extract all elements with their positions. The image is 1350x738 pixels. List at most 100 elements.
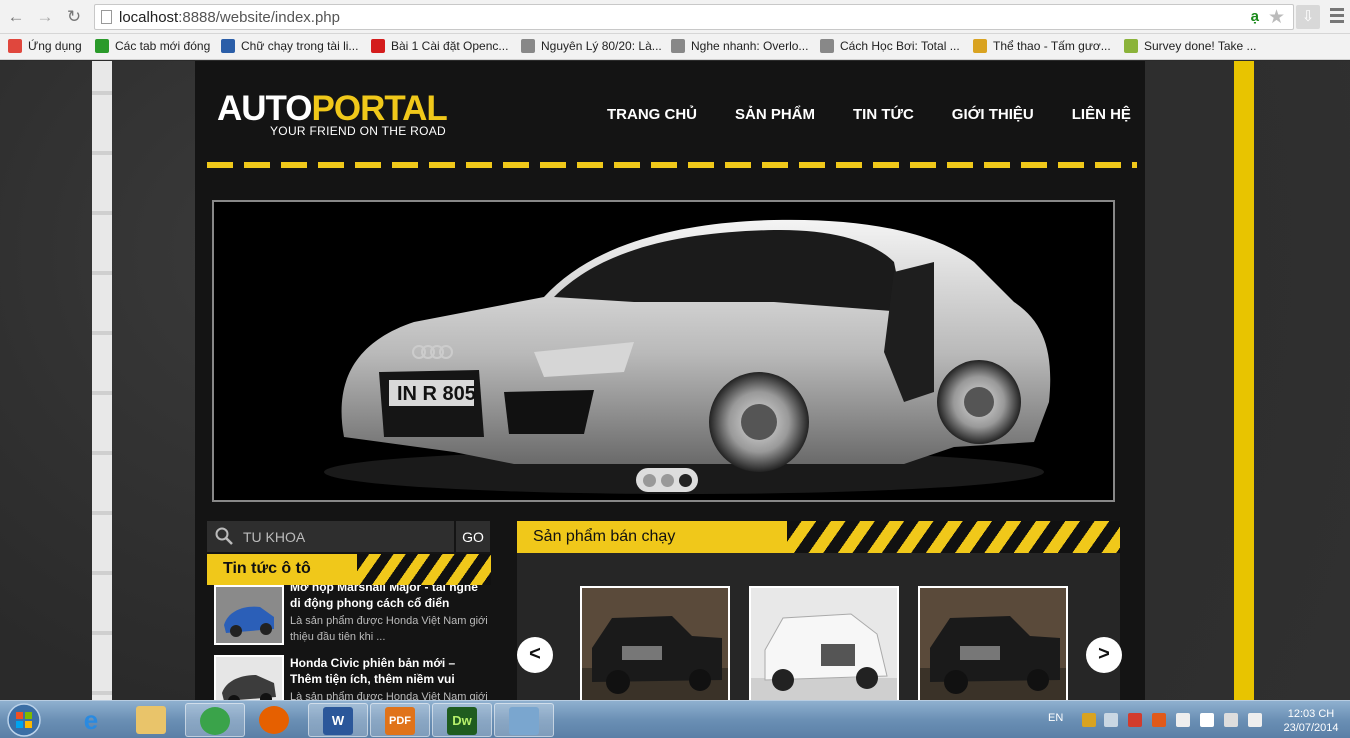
bookmarks-bar: Ứng dụng Các tab mới đóng Chữ chạy trong t… — [0, 34, 1350, 60]
nav-home[interactable]: TRANG CHỦ — [607, 106, 697, 123]
reload-icon[interactable]: ↻ — [64, 7, 84, 27]
road-white-line — [92, 61, 112, 701]
bookmark-icon — [95, 39, 109, 53]
best-sellers-carousel: < > — [517, 553, 1122, 704]
bookmark-label: Thể thao - Tấm gươ... — [993, 39, 1111, 53]
news-item-title[interactable]: Honda Civic phiên bản mới – Thêm tiện íc… — [290, 655, 490, 687]
pickup-truck-image — [920, 588, 1066, 702]
product-card[interactable] — [580, 586, 730, 704]
best-sellers-header: Sản phẩm bán chạy — [517, 521, 1120, 553]
tray-app-icon[interactable] — [1152, 713, 1166, 727]
bookmark-item[interactable]: Survey done! Take ... — [1124, 39, 1257, 53]
battery-icon[interactable] — [1224, 713, 1238, 727]
bookmark-item[interactable]: Cách Học Bơi: Total ... — [820, 39, 960, 53]
news-item-title[interactable]: Mở hộp Marshall Major - tai nghe di động… — [290, 585, 490, 611]
bookmark-item[interactable]: Nghe nhanh: Overlo... — [671, 39, 808, 53]
forward-arrow-icon[interactable]: → — [35, 7, 55, 27]
bookmark-icon — [1124, 39, 1138, 53]
translate-icon[interactable]: ạ — [1251, 8, 1259, 25]
nav-contact[interactable]: LIÊN HỆ — [1072, 106, 1131, 123]
pdf-taskbar-icon[interactable]: PDF — [370, 703, 430, 737]
url-field[interactable]: localhost:8888/website/index.php ạ ★ — [94, 4, 1294, 30]
dreamweaver-taskbar-icon[interactable]: Dw — [432, 703, 492, 737]
search-input[interactable] — [243, 526, 443, 548]
tray-app-icon[interactable] — [1104, 713, 1118, 727]
nav-about[interactable]: GIỚI THIỆU — [952, 106, 1034, 123]
search-go-button[interactable]: GO — [456, 521, 490, 552]
road-yellow-line — [1234, 61, 1254, 701]
address-bar: ← → ↻ localhost:8888/website/index.php ạ… — [0, 0, 1350, 34]
bookmark-label: Chữ chạy trong tài li... — [241, 39, 359, 53]
back-arrow-icon[interactable]: ← — [6, 7, 26, 27]
svg-text:IN R 805: IN R 805 — [397, 383, 476, 405]
language-indicator[interactable]: EN — [1048, 712, 1063, 724]
main-nav: TRANG CHỦ SẢN PHẨM TIN TỨC GIỚI THIỆU LI… — [607, 106, 1169, 123]
product-card[interactable] — [918, 586, 1068, 704]
page-icon — [101, 10, 112, 24]
bookmark-item[interactable]: Ứng dụng — [8, 39, 82, 53]
bookmark-icon — [521, 39, 535, 53]
bookmark-icon — [371, 39, 385, 53]
bookmark-label: Bài 1 Cài đặt Openc... — [391, 39, 509, 53]
carousel-next-button[interactable]: > — [1086, 637, 1122, 673]
bookmark-icon — [671, 39, 685, 53]
word-taskbar-icon[interactable]: W — [308, 703, 368, 737]
volume-icon[interactable] — [1248, 713, 1262, 727]
news-thumbnail[interactable] — [214, 585, 284, 645]
site-container: AUTOPORTAL YOUR FRIEND ON THE ROAD TRANG… — [195, 61, 1145, 704]
bookmark-label: Nguyên Lý 80/20: Là... — [541, 39, 662, 53]
url-host: localhost — [119, 9, 179, 26]
ie-taskbar-icon[interactable]: e — [62, 703, 122, 737]
bookmark-item[interactable]: Thể thao - Tấm gươ... — [973, 39, 1111, 53]
product-card[interactable] — [749, 586, 899, 704]
taskbar: e W PDF Dw EN 12:03 CH 23/07/2014 — [0, 700, 1350, 738]
tray-app-icon[interactable] — [1082, 713, 1096, 727]
header-stripe — [207, 162, 1137, 168]
bookmark-item[interactable]: Nguyên Lý 80/20: Là... — [521, 39, 662, 53]
nav-news[interactable]: TIN TỨC — [853, 106, 914, 123]
slider-dot-active[interactable] — [678, 473, 692, 487]
bookmark-icon — [973, 39, 987, 53]
coccoc-taskbar-icon[interactable] — [185, 703, 245, 737]
best-sellers-title: Sản phẩm bán chạy — [533, 528, 676, 545]
network-icon[interactable] — [1176, 713, 1190, 727]
slider-dot[interactable] — [642, 473, 656, 487]
clock-date: 23/07/2014 — [1283, 722, 1339, 734]
tray-app-icon[interactable] — [1128, 713, 1142, 727]
carousel-prev-button[interactable]: < — [517, 637, 553, 673]
bookmark-label: Cách Học Bơi: Total ... — [840, 39, 960, 53]
hero-slider: IN R 805 — [212, 200, 1115, 502]
search-box — [207, 521, 454, 552]
remote-taskbar-icon[interactable] — [494, 703, 554, 737]
news-title: Tin tức ô tô — [223, 560, 311, 577]
slider-dot[interactable] — [660, 473, 674, 487]
news-item[interactable]: Mở hộp Marshall Major - tai nghe di động… — [214, 585, 491, 645]
site-logo[interactable]: AUTOPORTAL — [217, 89, 448, 129]
news-header: Tin tức ô tô — [207, 554, 491, 585]
bookmark-label: Ứng dụng — [28, 39, 82, 53]
news-item[interactable]: Honda Civic phiên bản mới – Thêm tiện íc… — [214, 655, 491, 701]
suv-image — [751, 588, 897, 702]
windows-start-icon[interactable] — [4, 702, 44, 738]
signal-icon[interactable] — [1200, 713, 1214, 727]
logo-tagline: YOUR FRIEND ON THE ROAD — [270, 124, 447, 138]
bookmark-item[interactable]: Các tab mới đóng — [95, 39, 210, 53]
nav-products[interactable]: SẢN PHẨM — [735, 106, 815, 123]
search-icon — [215, 527, 233, 545]
firefox-taskbar-icon[interactable] — [245, 703, 305, 737]
bookmark-label: Các tab mới đóng — [115, 39, 211, 53]
bookmark-icon — [221, 39, 235, 53]
bookmark-item[interactable]: Bài 1 Cài đặt Openc... — [371, 39, 508, 53]
bookmark-item[interactable]: Chữ chạy trong tài li... — [221, 39, 358, 53]
download-icon[interactable]: ⇩ — [1296, 5, 1320, 29]
news-thumbnail[interactable] — [214, 655, 284, 701]
menu-icon[interactable] — [1330, 8, 1344, 24]
clock-time: 12:03 CH — [1287, 708, 1335, 720]
hazard-stripes — [787, 521, 1120, 553]
logo-portal: PORTAL — [311, 89, 448, 128]
star-icon[interactable]: ★ — [1268, 6, 1285, 29]
hazard-stripes — [357, 554, 491, 585]
url-path: :8888/website/index.php — [178, 9, 340, 26]
system-clock[interactable]: 12:03 CH 23/07/2014 — [1280, 707, 1342, 735]
explorer-taskbar-icon[interactable] — [122, 703, 182, 737]
